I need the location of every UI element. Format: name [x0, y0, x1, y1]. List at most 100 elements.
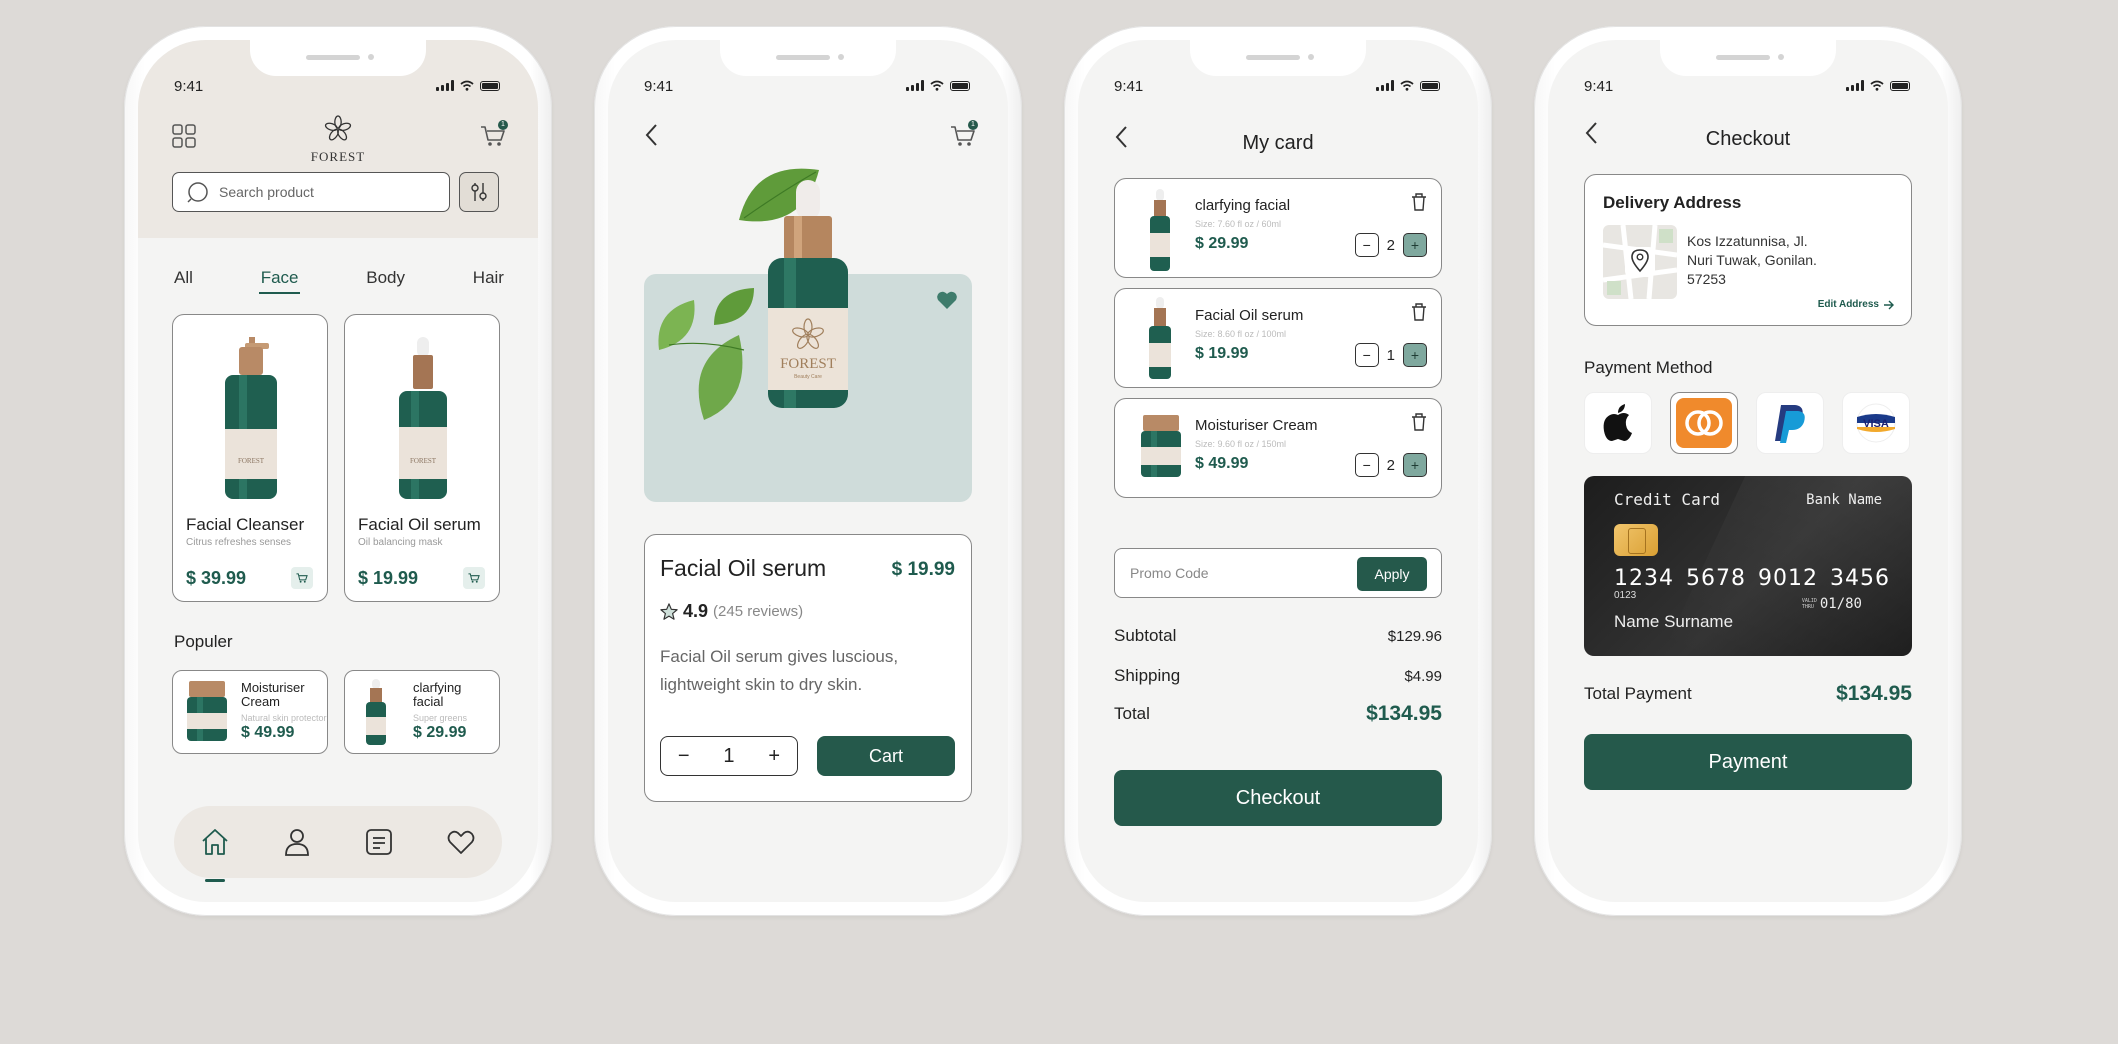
increase-button[interactable]: +	[1403, 233, 1427, 257]
cart-icon	[296, 573, 308, 583]
product-hero-image: FOREST Beauty Care	[658, 168, 848, 420]
filter-button[interactable]	[459, 172, 499, 212]
nav-orders[interactable]	[361, 824, 397, 860]
checkout-button[interactable]: Checkout	[1114, 770, 1442, 826]
payment-visa[interactable]: VISA	[1842, 392, 1910, 454]
cart-item: Facial Oil serum Size: 8.60 fl oz / 100m…	[1114, 288, 1442, 388]
quantity-stepper: − 1 +	[1354, 343, 1427, 367]
status-time: 9:41	[644, 78, 674, 95]
favorite-heart-icon[interactable]	[936, 290, 958, 310]
add-to-cart-button[interactable]	[463, 567, 485, 589]
payment-apple-pay[interactable]	[1584, 392, 1652, 454]
decrease-button[interactable]: −	[1354, 343, 1379, 367]
decrease-button[interactable]: −	[1354, 233, 1379, 257]
credit-card[interactable]: Credit Card Bank Name 1234 5678 9012 345…	[1584, 476, 1912, 656]
phone-cart: 9:41 My card clarfying facial Size: 7.60…	[1064, 26, 1492, 916]
quantity-value: 2	[1386, 236, 1395, 254]
cart-button[interactable]: 1	[480, 120, 508, 148]
item-size: Size: 7.60 fl oz / 60ml	[1195, 219, 1282, 229]
product-detail-card: Facial Oil serum $ 19.99 4.9 (245 review…	[644, 534, 972, 802]
increase-button[interactable]: +	[1403, 343, 1427, 367]
page-title: Checkout	[1705, 128, 1791, 150]
item-price: $ 19.99	[1195, 345, 1249, 362]
product-name: Facial Oil serum	[358, 515, 481, 534]
payment-mastercard[interactable]	[1670, 392, 1738, 454]
nav-profile[interactable]	[279, 824, 315, 860]
arrow-right-icon	[1884, 300, 1894, 309]
increase-button[interactable]: +	[1403, 453, 1427, 477]
cream-jar-image	[1141, 415, 1181, 477]
card-label: Credit Card	[1614, 490, 1720, 509]
grid-menu-icon[interactable]	[172, 124, 196, 148]
item-size: Size: 8.60 fl oz / 100ml	[1195, 329, 1287, 339]
nav-favorites[interactable]	[443, 824, 479, 860]
serum-bottle-image: FOREST	[399, 337, 447, 499]
bank-name: Bank Name	[1806, 492, 1882, 508]
item-size: Size: 9.60 fl oz / 150ml	[1195, 439, 1287, 449]
card-sub-number: 0123	[1614, 590, 1637, 601]
cart-screen: 9:41 My card clarfying facial Size: 7.60…	[1078, 40, 1478, 902]
nav-home[interactable]	[197, 824, 233, 882]
status-time: 9:41	[174, 78, 204, 95]
apply-button[interactable]: Apply	[1357, 557, 1427, 591]
facial-bottle-image	[1150, 189, 1170, 271]
battery-icon	[1420, 81, 1440, 91]
edit-address-link[interactable]: Edit Address	[1818, 299, 1895, 310]
search-input[interactable]: Search product	[172, 172, 450, 212]
payment-paypal[interactable]	[1756, 392, 1824, 454]
item-name: Facial Oil serum	[1195, 307, 1304, 324]
popular-name: Moisturiser Cream	[241, 680, 305, 709]
subtotal-value: $129.96	[1387, 627, 1442, 645]
cream-jar-image	[187, 681, 227, 741]
trash-icon[interactable]	[1411, 413, 1427, 431]
shipping-value: $4.99	[1404, 667, 1442, 685]
wifi-icon	[930, 80, 944, 91]
list-icon	[366, 829, 392, 855]
product-price: $ 19.99	[891, 559, 955, 580]
detail-screen: 9:41 1 FOREST Beauty Care Facial Oil ser…	[608, 40, 1008, 902]
bottom-nav	[174, 806, 502, 882]
notch	[1190, 40, 1366, 76]
promo-code-input[interactable]: Promo Code Apply	[1114, 548, 1442, 598]
cart-button[interactable]: 1	[950, 120, 978, 148]
checkout-screen: 9:41 Checkout Delivery Address Kos Izzat…	[1548, 40, 1948, 902]
popular-item[interactable]: Moisturiser Cream Natural skin protector…	[172, 670, 328, 754]
tab-face[interactable]: Face	[258, 268, 301, 294]
trash-icon[interactable]	[1411, 193, 1427, 211]
product-card[interactable]: FOREST Facial Cleanser Citrus refreshes …	[172, 314, 328, 602]
wifi-icon	[460, 80, 474, 91]
heart-icon	[447, 830, 475, 854]
logo-text: FOREST	[310, 149, 366, 164]
tab-hair[interactable]: Hair	[473, 268, 504, 288]
decrease-button[interactable]: −	[678, 745, 690, 768]
battery-icon	[950, 81, 970, 91]
home-screen: 9:41 FOREST 1 Search product All Face Bo…	[138, 40, 538, 902]
product-card[interactable]: FOREST Facial Oil serum Oil balancing ma…	[344, 314, 500, 602]
decrease-button[interactable]: −	[1354, 453, 1379, 477]
popular-subtitle: Natural skin protector	[241, 713, 327, 723]
trash-icon[interactable]	[1411, 303, 1427, 321]
phone-checkout: 9:41 Checkout Delivery Address Kos Izzat…	[1534, 26, 1962, 916]
cart-item: clarfying facial Size: 7.60 fl oz / 60ml…	[1114, 178, 1442, 278]
add-to-cart-button[interactable]	[291, 567, 313, 589]
apple-pay-icon	[1603, 404, 1632, 441]
product-name: Facial Oil serum	[660, 555, 827, 581]
quantity-stepper: − 1 +	[660, 736, 798, 776]
filter-icon	[471, 183, 487, 201]
total-value: $134.95	[1366, 702, 1442, 725]
valid-date: 01/80	[1819, 596, 1862, 612]
payment-method-title: Payment Method	[1584, 358, 1713, 377]
popular-item[interactable]: clarfying facial Super greens $ 29.99	[344, 670, 500, 754]
page-title: My card	[1242, 132, 1314, 154]
back-arrow-icon[interactable]	[642, 122, 662, 148]
total-label: Total	[1114, 704, 1150, 723]
quantity-value: 2	[1386, 456, 1395, 474]
home-icon	[202, 829, 228, 855]
tab-all[interactable]: All	[174, 268, 193, 288]
payment-button[interactable]: Payment	[1584, 734, 1912, 790]
increase-button[interactable]: +	[768, 745, 780, 768]
delivery-title: Delivery Address	[1603, 193, 1742, 212]
cleanser-bottle-image: FOREST	[225, 337, 277, 499]
tab-body[interactable]: Body	[366, 268, 405, 288]
add-to-cart-button[interactable]: Cart	[817, 736, 955, 776]
